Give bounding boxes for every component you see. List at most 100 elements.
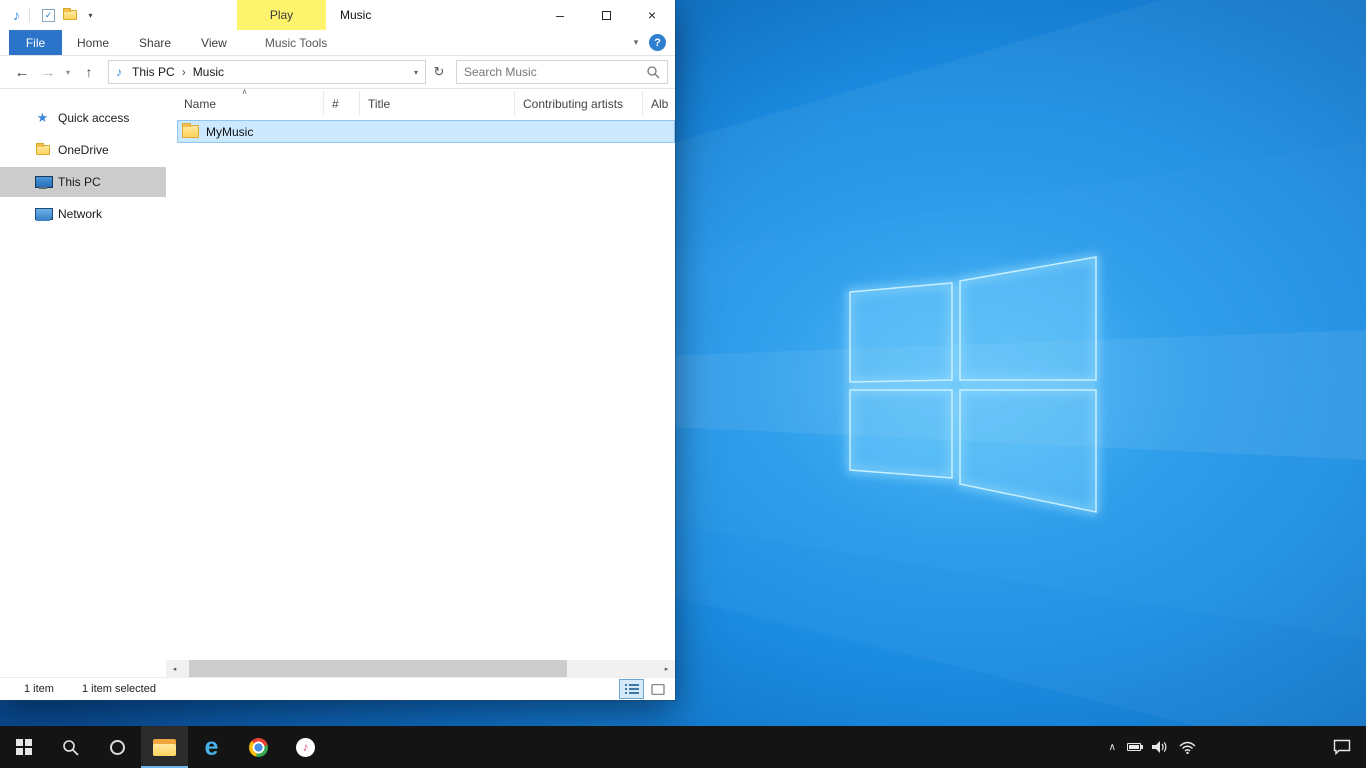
- taskbar-search-icon: [62, 739, 79, 756]
- sidebar-item-label: This PC: [58, 175, 101, 189]
- taskbar-chrome-button[interactable]: [235, 726, 282, 768]
- sidebar-item-label: Quick access: [58, 111, 129, 125]
- tab-share[interactable]: Share: [124, 30, 186, 55]
- refresh-button[interactable]: ↻: [428, 64, 450, 80]
- tab-view[interactable]: View: [186, 30, 242, 55]
- windows-logo-icon: [16, 739, 32, 755]
- ribbon-tab-row: File Home Share View Music Tools ▾ ?: [0, 30, 675, 56]
- forward-button[interactable]: →: [36, 64, 60, 81]
- tab-home[interactable]: Home: [62, 30, 124, 55]
- maximize-icon: [602, 11, 611, 20]
- tray-expand-chevron-icon[interactable]: ∧: [1109, 742, 1116, 753]
- file-list-area[interactable]: ∧ Name # Title Contributing artists Alb: [166, 89, 675, 677]
- sidebar-item-label: OneDrive: [58, 143, 109, 157]
- column-headers: ∧ Name # Title Contributing artists Alb: [166, 91, 675, 116]
- battery-icon[interactable]: [1127, 743, 1141, 751]
- scrollbar-thumb[interactable]: [189, 660, 567, 677]
- column-label: Name: [184, 97, 216, 111]
- file-explorer-icon: [153, 739, 176, 756]
- sidebar-item-label: Network: [58, 207, 102, 221]
- status-bar: 1 item 1 item selected: [0, 677, 675, 700]
- file-name: MyMusic: [206, 125, 253, 139]
- start-button[interactable]: [0, 726, 47, 768]
- large-icons-view-button[interactable]: [646, 680, 669, 698]
- window-controls: – ×: [537, 0, 675, 30]
- address-bar-row: ← → ▾ ↑ ♪ This PC › Music ▾ ↻: [0, 56, 675, 89]
- sort-ascending-icon: ∧: [242, 87, 248, 96]
- system-tray: ∧: [1109, 726, 1196, 768]
- column-label: #: [332, 97, 339, 111]
- scrollbar-track[interactable]: [183, 660, 658, 677]
- address-dropdown-icon[interactable]: ▾: [407, 68, 425, 77]
- search-box[interactable]: [456, 60, 668, 84]
- taskbar-itunes-button[interactable]: ♪: [282, 726, 329, 768]
- taskbar-search-button[interactable]: [47, 726, 94, 768]
- item-count: 1 item: [24, 683, 54, 695]
- qat-separator: [29, 8, 30, 22]
- taskbar-edge-button[interactable]: e: [188, 726, 235, 768]
- column-header-track-number[interactable]: #: [324, 91, 360, 116]
- sidebar-item-onedrive[interactable]: OneDrive: [0, 135, 166, 165]
- action-center-button[interactable]: [1320, 726, 1364, 768]
- tabrow-spacer: [342, 30, 623, 55]
- help-button[interactable]: ?: [649, 34, 666, 51]
- window-title: Music: [340, 0, 371, 30]
- explorer-window: ♪ ✓ ▾ Play Music – × File Home Share Vie…: [0, 0, 675, 700]
- taskbar: e ♪ ∧: [0, 726, 1366, 768]
- volume-icon[interactable]: [1152, 740, 1168, 754]
- contextual-tab-header-play[interactable]: Play: [237, 0, 326, 30]
- new-folder-icon: [63, 10, 77, 20]
- sidebar-item-quick-access[interactable]: ★ Quick access: [0, 103, 166, 133]
- selection-count: 1 item selected: [82, 683, 156, 695]
- address-bar[interactable]: ♪ This PC › Music ▾: [108, 60, 426, 84]
- back-button[interactable]: ←: [8, 64, 36, 81]
- chrome-icon: [249, 738, 268, 757]
- recent-locations-chevron-icon[interactable]: ▾: [60, 68, 76, 77]
- expand-ribbon-chevron-icon[interactable]: ▾: [623, 30, 649, 55]
- cortana-icon: [110, 740, 125, 755]
- scroll-right-icon[interactable]: ▸: [658, 665, 675, 673]
- column-header-album[interactable]: Alb: [643, 91, 675, 116]
- clock-area[interactable]: [1202, 726, 1320, 768]
- quick-access-star-icon: ★: [33, 110, 52, 126]
- scroll-left-icon[interactable]: ◂: [166, 665, 183, 673]
- breadcrumb-this-pc[interactable]: This PC: [126, 61, 181, 83]
- edge-icon: e: [205, 735, 219, 760]
- network-icon: [33, 208, 52, 221]
- breadcrumb-music[interactable]: Music: [187, 61, 230, 83]
- qat-customize-chevron-icon[interactable]: ▾: [80, 4, 101, 26]
- minimize-button[interactable]: –: [537, 0, 583, 30]
- cortana-button[interactable]: [94, 726, 141, 768]
- wifi-icon[interactable]: [1179, 741, 1196, 754]
- details-view-icon: [625, 684, 639, 695]
- qat-properties-button[interactable]: ✓: [38, 4, 59, 26]
- sidebar-item-this-pc[interactable]: This PC: [0, 167, 166, 197]
- file-rows[interactable]: MyMusic: [166, 116, 675, 660]
- maximize-button[interactable]: [583, 0, 629, 30]
- details-view-button[interactable]: [620, 680, 643, 698]
- itunes-icon: ♪: [296, 738, 315, 757]
- close-button[interactable]: ×: [629, 0, 675, 30]
- music-note-glyph: ♪: [303, 740, 309, 754]
- taskbar-file-explorer-button[interactable]: [141, 726, 188, 768]
- large-icons-view-icon: [651, 684, 665, 695]
- column-header-contributing-artists[interactable]: Contributing artists: [515, 91, 643, 116]
- tab-file[interactable]: File: [9, 30, 62, 55]
- qat-new-folder-button[interactable]: [59, 4, 80, 26]
- taskbar-spacer: [329, 726, 1109, 768]
- navigation-pane: ★ Quick access OneDrive This PC: [0, 89, 166, 677]
- search-icon[interactable]: [647, 66, 660, 79]
- window-body: ★ Quick access OneDrive This PC: [0, 89, 675, 677]
- horizontal-scrollbar[interactable]: ◂ ▸: [166, 660, 675, 677]
- sidebar-item-network[interactable]: Network: [0, 199, 166, 229]
- column-header-name[interactable]: ∧ Name: [166, 91, 324, 116]
- file-row-mymusic[interactable]: MyMusic: [177, 120, 675, 143]
- tab-music-tools[interactable]: Music Tools: [250, 30, 342, 55]
- column-label: Title: [368, 97, 390, 111]
- music-folder-icon: ♪: [116, 65, 122, 79]
- up-button[interactable]: ↑: [76, 64, 102, 80]
- column-header-title[interactable]: Title: [360, 91, 515, 116]
- column-label: Alb: [651, 97, 668, 111]
- search-input[interactable]: [457, 65, 647, 79]
- folder-icon: [182, 125, 199, 138]
